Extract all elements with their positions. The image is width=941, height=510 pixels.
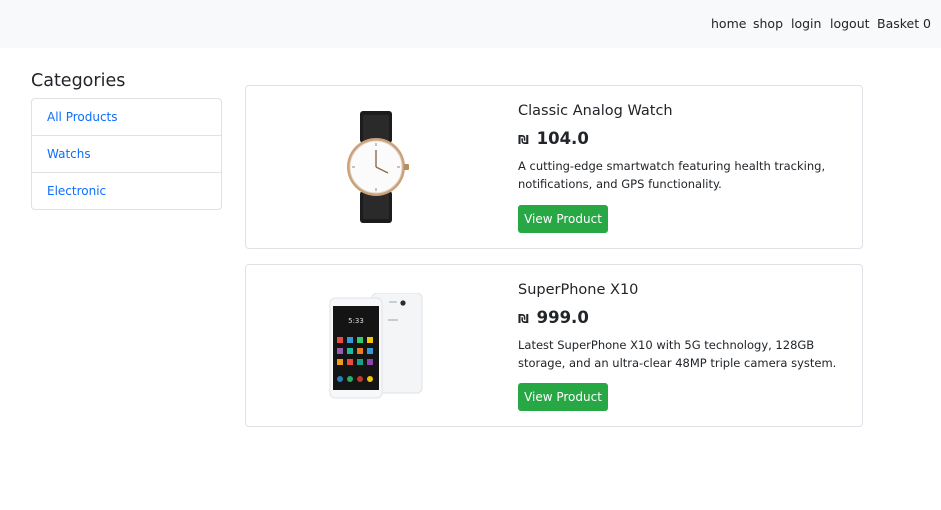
product-card: 5:33 SuperPhone X10 ₪ 999.0 Latest Super… — [245, 264, 863, 427]
currency-symbol: ₪ — [518, 133, 529, 147]
price-value: 999.0 — [536, 308, 589, 327]
watch-image[interactable] — [316, 86, 436, 248]
product-price: ₪ 999.0 — [518, 308, 589, 329]
category-watchs[interactable]: Watchs — [31, 135, 222, 173]
nav-basket-link[interactable]: Basket — [877, 16, 919, 32]
svg-text:5:33: 5:33 — [348, 317, 364, 325]
top-navbar: home shop login logout Basket 0 — [0, 0, 941, 48]
product-description: Latest SuperPhone X10 with 5G technology… — [518, 338, 837, 370]
nav-home-link[interactable]: home — [711, 16, 746, 32]
nav-login-link[interactable]: login — [791, 16, 821, 32]
product-name: SuperPhone X10 — [518, 282, 639, 298]
basket-count: 0 — [923, 16, 931, 31]
category-all-products[interactable]: All Products — [31, 98, 222, 136]
categories-title: Categories — [31, 71, 126, 91]
price-value: 104.0 — [536, 129, 589, 148]
currency-symbol: ₪ — [518, 312, 529, 326]
product-price: ₪ 104.0 — [518, 129, 589, 150]
product-card: Classic Analog Watch ₪ 104.0 A cutting-e… — [245, 85, 863, 249]
product-description: A cutting-edge smartwatch featuring heal… — [518, 159, 826, 191]
product-card-body: Classic Analog Watch ₪ 104.0 A cutting-e… — [518, 86, 848, 248]
category-electronic[interactable]: Electronic — [31, 172, 222, 210]
view-product-button[interactable]: View Product — [518, 383, 608, 411]
nav-shop-link[interactable]: shop — [753, 16, 783, 32]
nav-logout-link[interactable]: logout — [830, 16, 870, 32]
product-name: Classic Analog Watch — [518, 103, 673, 119]
phone-image[interactable]: 5:33 — [321, 265, 431, 426]
product-card-body: SuperPhone X10 ₪ 999.0 Latest SuperPhone… — [518, 265, 848, 426]
categories-list: All Products Watchs Electronic — [31, 98, 222, 210]
view-product-button[interactable]: View Product — [518, 205, 608, 233]
